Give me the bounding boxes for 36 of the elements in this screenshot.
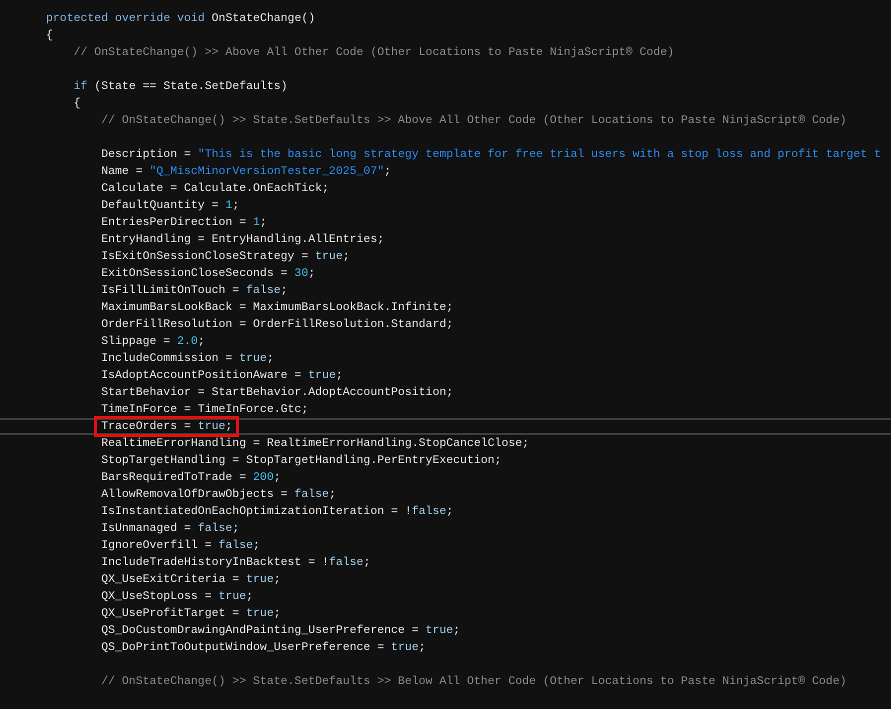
code-line: QX_UseExitCriteria = true; xyxy=(101,573,281,586)
code-line: Calculate = Calculate.OnEachTick; xyxy=(101,182,329,195)
code-line: BarsRequiredToTrade = 200; xyxy=(101,471,281,484)
code-line: IncludeTradeHistoryInBacktest = !false; xyxy=(101,556,370,569)
code-line: EntriesPerDirection = 1; xyxy=(101,216,267,229)
code-line: QS_DoPrintToOutputWindow_UserPreference = true; xyxy=(101,641,426,654)
code-line: StopTargetHandling = StopTargetHandling.PerEntryExecution; xyxy=(101,454,502,467)
code-line: RealtimeErrorHandling = RealtimeErrorHandling.StopCancelClose; xyxy=(101,437,530,450)
code-line: EntryHandling = EntryHandling.AllEntries; xyxy=(101,233,384,246)
code-line: IsUnmanaged = false; xyxy=(101,522,240,535)
code-line: IsExitOnSessionCloseStrategy = true; xyxy=(101,250,350,263)
code-line: DefaultQuantity = 1; xyxy=(101,199,240,212)
code-line: Slippage = 2.0; xyxy=(101,335,205,348)
code-line: { xyxy=(74,97,80,110)
code-line: IsFillLimitOnTouch = false; xyxy=(101,284,288,297)
code-line: IncludeCommission = true; xyxy=(101,352,274,365)
code-line: IsAdoptAccountPositionAware = true; xyxy=(101,369,343,382)
code-line: if (State == State.SetDefaults) xyxy=(74,80,288,93)
code-line: protected override void OnStateChange() xyxy=(46,12,316,25)
code-line: StartBehavior = StartBehavior.AdoptAccountPosition; xyxy=(101,386,454,399)
code-line: { xyxy=(46,29,53,42)
code-comment: // OnStateChange() >> State.SetDefaults >> Above All Other Code (Other Locations to Paste NinjaScript® Code) xyxy=(101,114,847,127)
code-line: OrderFillResolution = OrderFillResolution.Standard; xyxy=(101,318,454,331)
code-line: Name = "Q_MiscMinorVersionTester_2025_07"; xyxy=(101,165,392,178)
code-line: QX_UseProfitTarget = true; xyxy=(101,607,281,620)
code-line: MaximumBarsLookBack = MaximumBarsLookBack.Infinite; xyxy=(101,301,454,314)
code-line: ExitOnSessionCloseSeconds = 30; xyxy=(101,267,316,280)
code-line: AllowRemovalOfDrawObjects = false; xyxy=(101,488,336,501)
code-comment: // OnStateChange() >> State.SetDefaults >> Below All Other Code (Other Locations to Paste NinjaScript® Code) xyxy=(101,675,847,688)
code-line: TimeInForce = TimeInForce.Gtc; xyxy=(101,403,308,416)
code-line: QX_UseStopLoss = true; xyxy=(101,590,254,603)
code-comment: // OnStateChange() >> Above All Other Code (Other Locations to Paste NinjaScript® Code) xyxy=(74,46,674,59)
code-line: Description = "This is the basic long strategy template for free trial users with a stop loss and profit target t xyxy=(101,148,882,161)
code-line: IgnoreOverfill = false; xyxy=(101,539,260,552)
code-line: QS_DoCustomDrawingAndPainting_UserPreference = true; xyxy=(101,624,460,637)
code-line: IsInstantiatedOnEachOptimizationIteration = !false; xyxy=(101,505,454,518)
